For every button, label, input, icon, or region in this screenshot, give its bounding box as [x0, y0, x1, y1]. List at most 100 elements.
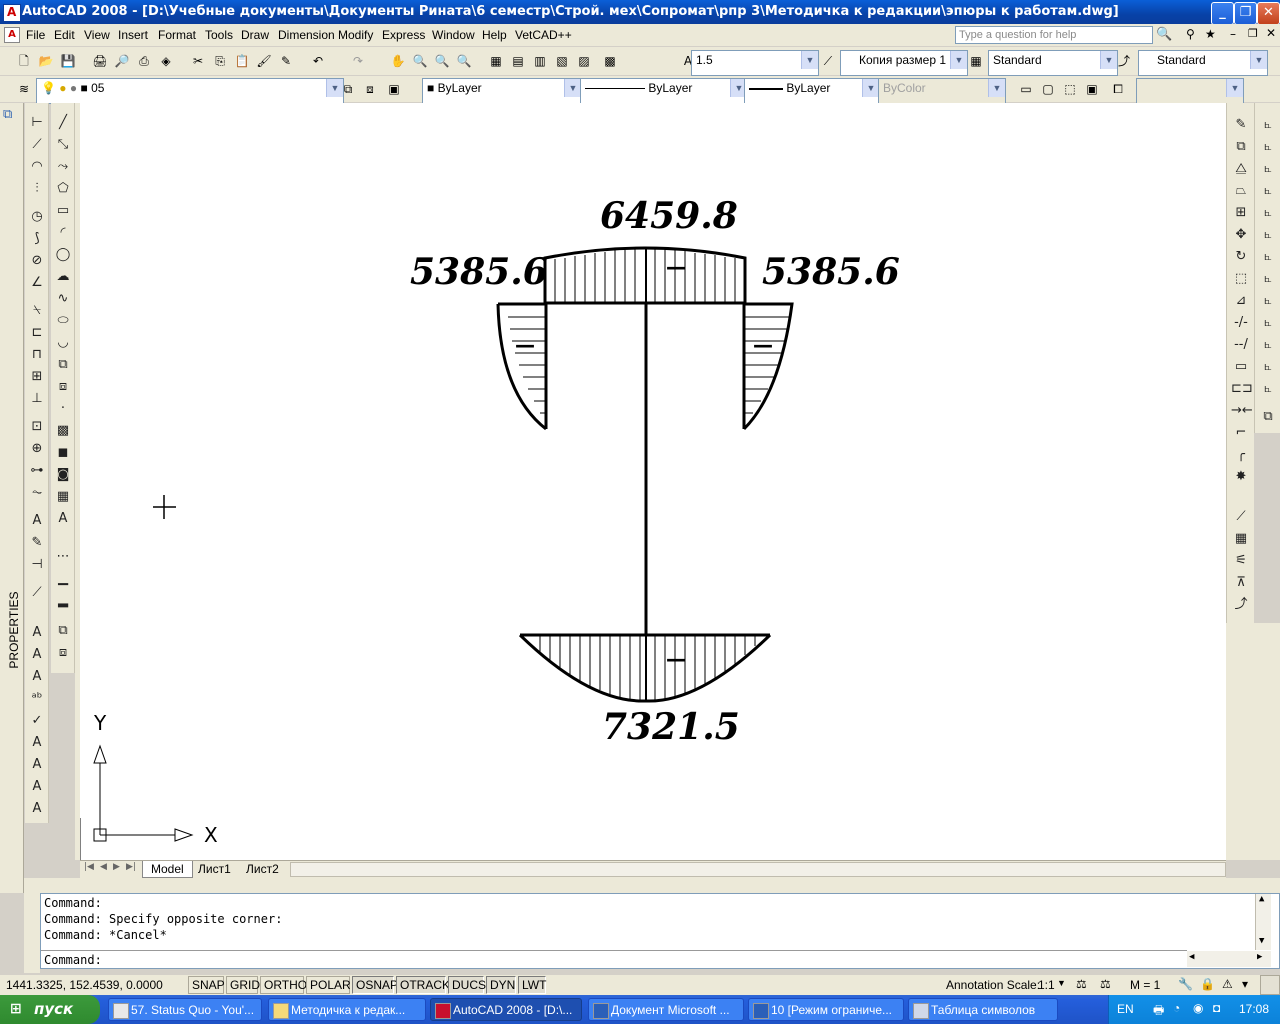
linear-dim-icon[interactable]: ⊢ — [27, 113, 47, 133]
status-toggle-snap[interactable]: SNAP — [188, 976, 225, 994]
dim-edit-icon[interactable]: A — [27, 511, 47, 531]
cut-icon[interactable]: ✂ — [188, 52, 208, 72]
tab-layout2[interactable]: Лист2 — [238, 861, 287, 878]
taskbar-item[interactable]: Таблица символов — [908, 998, 1058, 1021]
offset-icon[interactable]: ⏢ — [1231, 181, 1251, 201]
start-button[interactable]: ⊞ пуск — [0, 995, 100, 1024]
lock-icon[interactable]: ● — [70, 81, 77, 95]
tray-security-icon[interactable]: ◘ — [1213, 1001, 1220, 1015]
command-vertical-scrollbar[interactable]: ▲ ▼ — [1255, 894, 1271, 950]
zoom-previous-icon[interactable]: 🔍 — [454, 52, 474, 72]
rotate-icon[interactable]: ↻ — [1231, 247, 1251, 267]
menu-tools[interactable]: Tools — [205, 28, 233, 42]
horizontal-scrollbar[interactable] — [290, 862, 1226, 877]
table-icon[interactable]: ▦ — [53, 487, 73, 507]
taskbar-item[interactable]: 10 [Режим ограниче... — [748, 998, 904, 1021]
sheet-set-icon[interactable]: ▧ — [552, 52, 572, 72]
chevron-down-icon[interactable]: ▼ — [1057, 978, 1066, 988]
3d-dwf-icon[interactable]: ◈ — [156, 52, 176, 72]
fillet-icon[interactable]: ╭ — [1231, 445, 1251, 465]
convert-space-icon[interactable]: A — [27, 799, 47, 819]
tab-model[interactable]: Model — [142, 861, 193, 878]
erase-icon[interactable]: ✎ — [1231, 115, 1251, 135]
text-style-icon[interactable]: A — [27, 733, 47, 753]
extra-tool-2-icon[interactable]: ⧈ — [53, 643, 73, 663]
menu-vetcad[interactable]: VetCAD++ — [515, 28, 572, 42]
layer-states-icon[interactable]: ▣ — [384, 80, 404, 100]
command-window[interactable]: Command: Command: Specify opposite corne… — [40, 893, 1280, 969]
status-toggle-ortho[interactable]: ORTHO — [260, 976, 307, 994]
tray-network-icon[interactable]: ◔ — [1173, 1001, 1180, 1015]
taskbar-item[interactable]: Документ Microsoft ... — [588, 998, 744, 1021]
dim-baseline-tool-icon[interactable]: ▁ — [53, 569, 73, 589]
annotation-visibility-icon[interactable]: ⚖ — [1076, 977, 1087, 991]
copy-icon[interactable]: ⎘ — [210, 52, 230, 72]
stretch-icon[interactable]: ⊿ — [1231, 291, 1251, 311]
menu-draw[interactable]: Draw — [241, 28, 269, 42]
properties-icon[interactable]: ▦ — [486, 52, 506, 72]
undo-icon[interactable]: ↶ — [308, 52, 328, 72]
text-height-combo[interactable]: 1.5 ▼ — [691, 50, 819, 76]
hatch-edit-icon[interactable]: ▦ — [1231, 529, 1251, 549]
search-icon[interactable]: 🔍 — [1156, 27, 1172, 42]
move-icon[interactable]: ✥ — [1231, 225, 1251, 245]
doc-restore-button[interactable]: ❐ — [1248, 27, 1258, 40]
ucs-view-icon[interactable]: ⦜ — [1258, 225, 1278, 245]
menu-view[interactable]: View — [84, 28, 110, 42]
open-icon[interactable]: 📂 — [36, 52, 56, 72]
taskbar-item[interactable]: 57. Status Quo - You'... — [108, 998, 262, 1021]
diameter-icon[interactable]: ⊘ — [27, 251, 47, 271]
edit-polyline-icon[interactable]: ⤴ — [1231, 595, 1251, 615]
ucs-icon[interactable]: ⦜ — [1258, 115, 1278, 135]
dim-style-icon[interactable]: ⟋ — [818, 52, 838, 72]
polygon-icon[interactable]: ⬠ — [53, 179, 73, 199]
print-icon[interactable]: 🖨 — [90, 52, 110, 72]
ucs-apply-icon[interactable]: ⦜ — [1258, 379, 1278, 399]
revision-cloud-icon[interactable]: ☁ — [53, 267, 73, 287]
dim-continue-tool-icon[interactable]: ▂ — [53, 591, 73, 611]
extra-tool-1-icon[interactable]: ⧉ — [53, 621, 73, 641]
status-menu-icon[interactable]: ▾ — [1242, 977, 1248, 991]
new-icon[interactable]: 🗋 — [14, 52, 34, 72]
wrench-icon[interactable]: 🔧 — [1178, 977, 1193, 991]
ucs-named-icon[interactable]: ⧉ — [1258, 407, 1278, 427]
doc-minimize-button[interactable]: – — [1230, 27, 1236, 41]
center-mark-icon[interactable]: ⊕ — [27, 439, 47, 459]
angular-icon[interactable]: ∠ — [27, 273, 47, 293]
taskbar-item[interactable]: AutoCAD 2008 - [D:\... — [430, 998, 582, 1021]
match-icon[interactable]: ⚟ — [1231, 551, 1251, 571]
layer-combo[interactable]: 💡 ● ● ■ 05 ▼ — [36, 78, 344, 104]
annotation-scale-value[interactable]: 1:1 — [1038, 978, 1055, 992]
break-icon[interactable]: ⊏⊐ — [1231, 379, 1253, 399]
dim-break-icon[interactable]: ⊥ — [27, 389, 47, 409]
tab-last-icon[interactable]: ▶| — [126, 862, 136, 872]
dim-text-edit-icon[interactable]: ✎ — [27, 533, 47, 553]
ucs-object-icon[interactable]: ⦜ — [1258, 203, 1278, 223]
color-combo[interactable]: ■ ByLayer ▼ — [422, 78, 582, 104]
dim-align-icon[interactable]: ⊼ — [1231, 573, 1251, 593]
coordinates-readout[interactable]: 1441.3325, 152.4539, 0.0000 — [6, 978, 163, 992]
dim-space-icon[interactable]: ⊞ — [27, 367, 47, 387]
single-viewport-icon[interactable]: ▢ — [1038, 80, 1058, 100]
ucs-previous-icon[interactable]: ⦜ — [1258, 159, 1278, 179]
taskbar-item[interactable]: Методичка к редак... — [268, 998, 426, 1021]
table-style-combo[interactable]: Standard ▼ — [1138, 50, 1268, 76]
scale-icon[interactable]: ⬚ — [1231, 269, 1251, 289]
ucs-world-icon[interactable]: ⦜ — [1258, 137, 1278, 157]
quick-dim-icon[interactable]: ⍀ — [27, 301, 47, 321]
ucs-origin-icon[interactable]: ⦜ — [1258, 247, 1278, 267]
scroll-right-icon[interactable]: ▶ — [1257, 952, 1262, 962]
layer-manager-icon[interactable]: ≋ — [14, 80, 34, 100]
line-icon[interactable]: ╱ — [53, 113, 73, 133]
zoom-window-icon[interactable]: 🔍 — [432, 52, 452, 72]
clip-viewport-icon[interactable]: ⧠ — [1108, 80, 1128, 100]
tab-first-icon[interactable]: |◀ — [84, 862, 94, 872]
command-window-grip[interactable] — [24, 878, 40, 973]
menu-edit[interactable]: Edit — [54, 28, 75, 42]
mtext-icon[interactable]: A — [27, 623, 47, 643]
multileader-style-icon[interactable]: ⤴ — [1114, 52, 1134, 72]
status-toggle-grid[interactable]: GRID — [226, 976, 260, 994]
restore-button[interactable]: ❐ — [1234, 2, 1257, 25]
make-current-layer-icon[interactable]: ⧉ — [338, 80, 358, 100]
menu-format[interactable]: Format — [158, 28, 196, 42]
